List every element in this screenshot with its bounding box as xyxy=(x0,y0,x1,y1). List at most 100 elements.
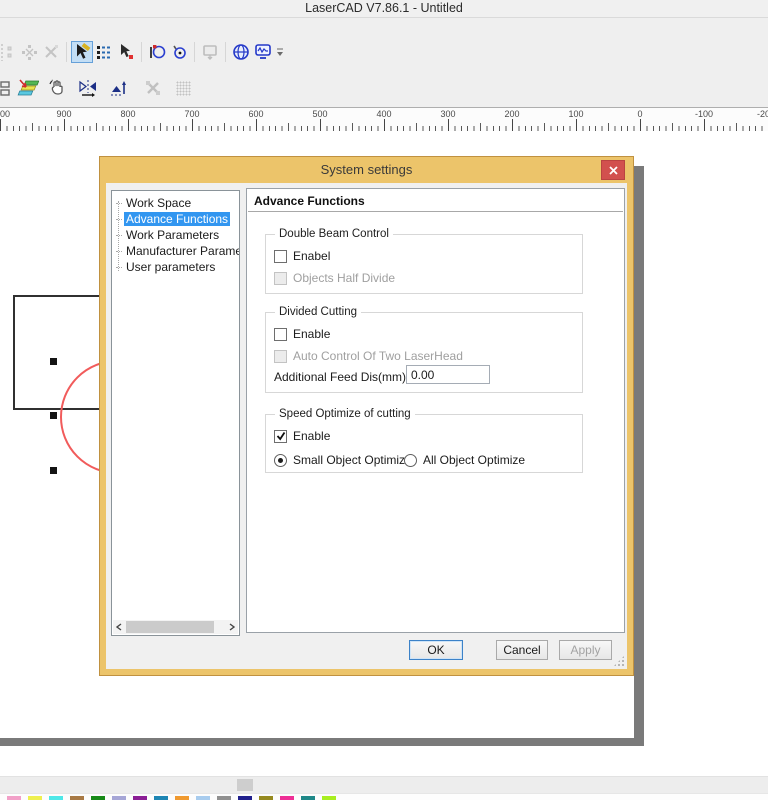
ruler-label: -100 xyxy=(695,109,713,119)
ruler-major-ticks xyxy=(0,119,768,131)
palette-color[interactable] xyxy=(301,796,315,800)
palette-color[interactable] xyxy=(49,796,63,800)
tree-item-work-parameters[interactable]: Work Parameters xyxy=(112,227,239,243)
palette-color[interactable] xyxy=(91,796,105,800)
close-button[interactable] xyxy=(601,160,625,180)
additional-feed-input[interactable] xyxy=(406,365,490,384)
tree-item-label-selected: Advance Functions xyxy=(124,212,230,226)
palette-color[interactable] xyxy=(28,796,42,800)
node-edit-icon[interactable] xyxy=(93,41,115,63)
tree-horizontal-scrollbar[interactable] xyxy=(113,620,238,634)
palette-color[interactable] xyxy=(322,796,336,800)
dialog-titlebar[interactable]: System settings xyxy=(100,157,633,183)
tree-scrollbar-thumb[interactable] xyxy=(126,621,214,633)
select-node-icon[interactable] xyxy=(115,41,137,63)
scroll-left-icon[interactable] xyxy=(113,620,125,634)
tree-item-advance-functions[interactable]: Advance Functions xyxy=(112,211,239,227)
node-star-icon[interactable] xyxy=(18,41,40,63)
palette-color[interactable] xyxy=(238,796,252,800)
palette-color[interactable] xyxy=(7,796,21,800)
panel-header-rule xyxy=(248,211,623,212)
toolbar-row-2 xyxy=(0,75,194,101)
color-palette xyxy=(0,793,768,800)
clipped-align-icon[interactable] xyxy=(0,77,13,99)
ruler-label: 600 xyxy=(248,109,263,119)
ruler-label: 100 xyxy=(568,109,583,119)
preview-monitor-icon[interactable] xyxy=(252,41,274,63)
additional-feed-label: Additional Feed Dis(mm): xyxy=(274,370,409,384)
cancel-button[interactable]: Cancel xyxy=(496,640,548,660)
speed-optimize-enable-checkbox[interactable] xyxy=(274,430,287,443)
palette-color[interactable] xyxy=(217,796,231,800)
toolbar-separator xyxy=(141,42,142,62)
ruler-label: 200 xyxy=(504,109,519,119)
resize-grip[interactable] xyxy=(613,655,625,667)
dialog-body: Work Space Advance Functions Work Parame… xyxy=(106,183,627,669)
selection-handle[interactable] xyxy=(50,358,57,365)
tree-item-work-space[interactable]: Work Space xyxy=(112,195,239,211)
delete-node-icon[interactable] xyxy=(40,41,62,63)
palette-color[interactable] xyxy=(196,796,210,800)
ok-button[interactable]: OK xyxy=(409,640,463,660)
tree-item-label: User parameters xyxy=(124,260,217,274)
globe-icon[interactable] xyxy=(230,41,252,63)
mirror-horizontal-icon[interactable] xyxy=(77,77,99,99)
settings-tree: Work Space Advance Functions Work Parame… xyxy=(111,190,240,636)
palette-color[interactable] xyxy=(280,796,294,800)
circle-origin-icon[interactable] xyxy=(168,41,190,63)
tree-item-user-parameters[interactable]: User parameters xyxy=(112,259,239,275)
ruler-label: 1000 xyxy=(0,109,10,119)
halftone-icon[interactable] xyxy=(172,77,194,99)
page-right-shadow xyxy=(634,166,644,746)
layers-icon[interactable] xyxy=(17,77,39,99)
tree-dash xyxy=(116,267,122,268)
divided-cutting-group: Divided Cutting Enable Auto Control Of T… xyxy=(265,312,583,393)
palette-color[interactable] xyxy=(133,796,147,800)
radio-dot xyxy=(278,458,283,463)
tree-dash xyxy=(116,203,122,204)
small-object-optimize-label: Small Object Optimize xyxy=(293,453,412,467)
speed-optimize-enable-label: Enable xyxy=(293,429,330,443)
objects-half-divide-label: Objects Half Divide xyxy=(293,271,395,285)
group-title: Divided Cutting xyxy=(275,305,361,319)
pan-hand-icon[interactable] xyxy=(46,77,68,99)
window-titlebar: LaserCAD V7.86.1 - Untitled xyxy=(0,0,768,18)
output-device-icon[interactable] xyxy=(199,41,221,63)
palette-color[interactable] xyxy=(112,796,126,800)
dialog-title: System settings xyxy=(100,157,633,183)
speed-optimize-group: Speed Optimize of cutting Enable Small O… xyxy=(265,414,583,473)
auto-control-two-laserhead-label: Auto Control Of Two LaserHead xyxy=(293,349,463,363)
tree-item-manufacturer-parameters[interactable]: Manufacturer Paramet xyxy=(112,243,239,259)
enabel-label: Enabel xyxy=(293,249,330,263)
small-object-optimize-radio[interactable] xyxy=(274,454,287,467)
scale-transform-icon[interactable] xyxy=(142,77,164,99)
all-object-optimize-radio[interactable] xyxy=(404,454,417,467)
circle-start-point-icon[interactable] xyxy=(146,41,168,63)
scroll-right-icon[interactable] xyxy=(226,620,238,634)
node-partial-icon[interactable] xyxy=(0,41,18,63)
pick-tool-icon[interactable] xyxy=(71,41,93,63)
tree-dash xyxy=(116,251,122,252)
group-title: Speed Optimize of cutting xyxy=(275,407,415,421)
system-settings-dialog: System settings Work Space Advance Funct… xyxy=(99,156,634,676)
palette-color[interactable] xyxy=(259,796,273,800)
ruler-label: 800 xyxy=(120,109,135,119)
canvas-horizontal-scrollbar[interactable] xyxy=(0,776,768,793)
selection-handle[interactable] xyxy=(50,412,57,419)
canvas-scrollbar-thumb[interactable] xyxy=(237,779,253,791)
divided-cutting-enable-label: Enable xyxy=(293,327,330,341)
palette-color[interactable] xyxy=(154,796,168,800)
overflow-arrow-icon[interactable] xyxy=(274,41,286,63)
mirror-vertical-icon[interactable] xyxy=(108,77,130,99)
ruler-label: 500 xyxy=(312,109,327,119)
close-icon xyxy=(609,166,618,175)
divided-cutting-enable-checkbox[interactable] xyxy=(274,328,287,341)
ruler-label: 700 xyxy=(184,109,199,119)
tree-dash xyxy=(116,235,122,236)
palette-color[interactable] xyxy=(175,796,189,800)
enabel-checkbox[interactable] xyxy=(274,250,287,263)
palette-color[interactable] xyxy=(70,796,84,800)
apply-button[interactable]: Apply xyxy=(559,640,612,660)
selection-handle[interactable] xyxy=(50,467,57,474)
ruler-label: 0 xyxy=(637,109,642,119)
